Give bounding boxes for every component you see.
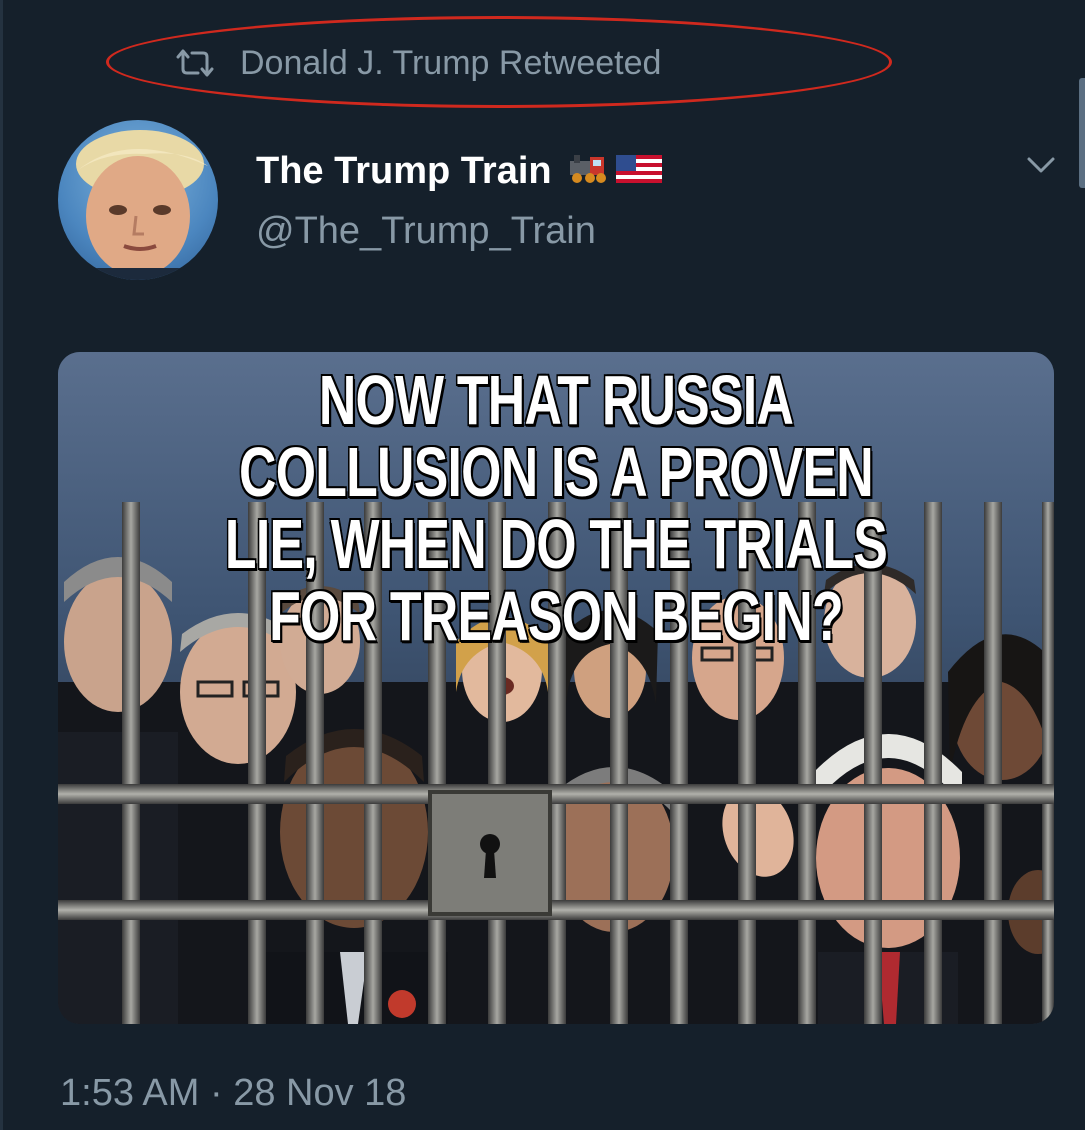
scrollbar-thumb[interactable] (1079, 78, 1085, 188)
author-handle[interactable]: @The_Trump_Train (256, 210, 596, 253)
chevron-down-icon[interactable] (1024, 150, 1058, 180)
timeline-divider (0, 0, 3, 1130)
padlock-icon (428, 790, 552, 916)
name-emojis (566, 153, 662, 190)
locomotive-emoji-icon (566, 153, 610, 190)
tweet-timestamp[interactable]: 1:53 AM · 28 Nov 18 (60, 1072, 406, 1115)
annotation-ellipse (106, 16, 892, 108)
display-name[interactable]: The Trump Train (256, 150, 552, 193)
avatar[interactable] (58, 120, 218, 280)
media-caption: NOW THAT RUSSIA COLLUSION IS A PROVEN LI… (224, 361, 888, 655)
author-name-row[interactable]: The Trump Train (256, 150, 662, 193)
us-flag-icon (615, 153, 662, 190)
tweet-media-image[interactable]: NOW THAT RUSSIA COLLUSION IS A PROVEN LI… (58, 352, 1054, 1024)
